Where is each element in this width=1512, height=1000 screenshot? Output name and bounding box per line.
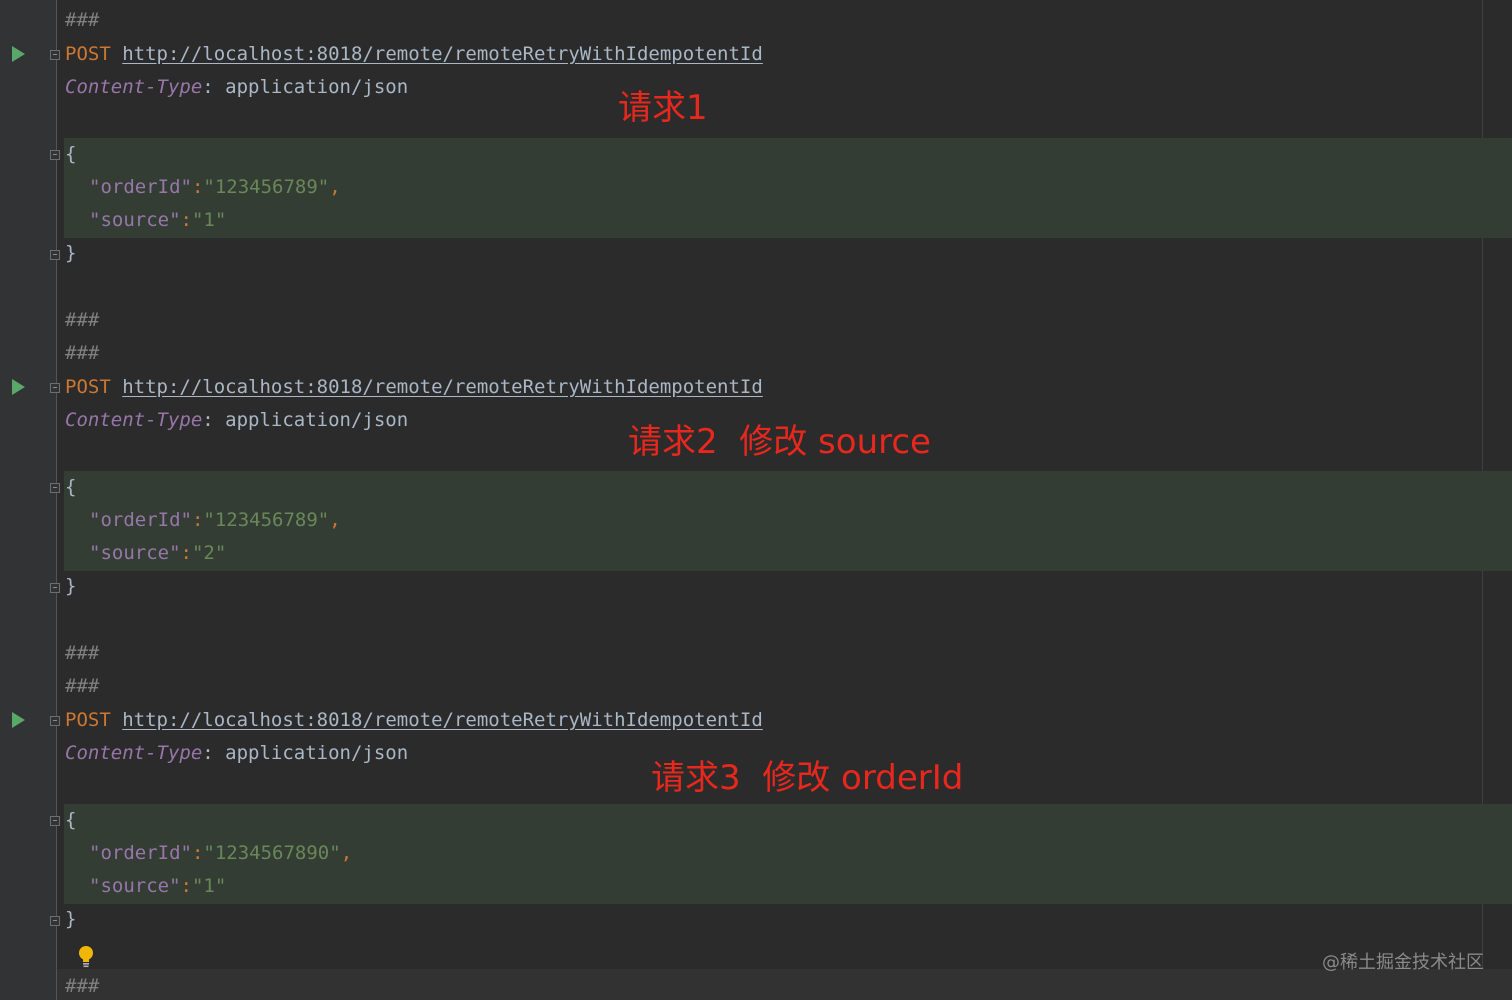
json-comma: , bbox=[340, 842, 353, 864]
json-line[interactable]: "source":"2" bbox=[89, 537, 226, 570]
request-url-link[interactable]: http://localhost:8018/remote/remoteRetry… bbox=[122, 376, 763, 398]
fold-marker-icon[interactable] bbox=[50, 483, 60, 493]
current-line-highlight bbox=[57, 969, 1512, 1000]
fold-marker-icon[interactable] bbox=[50, 383, 60, 393]
json-line[interactable]: "source":"1" bbox=[89, 870, 226, 903]
json-colon: : bbox=[180, 542, 192, 564]
http-method: POST bbox=[65, 376, 111, 398]
request-url-link[interactable]: http://localhost:8018/remote/remoteRetry… bbox=[122, 709, 763, 731]
header-name: Content-Type bbox=[65, 742, 203, 764]
request-separator: ### bbox=[65, 342, 100, 364]
fold-marker-icon[interactable] bbox=[50, 150, 60, 160]
fold-marker-icon[interactable] bbox=[50, 916, 60, 926]
json-close-brace: } bbox=[65, 242, 77, 264]
json-close-brace: } bbox=[65, 575, 77, 597]
run-request-icon[interactable] bbox=[12, 46, 25, 62]
json-colon: : bbox=[180, 875, 192, 897]
request-line[interactable]: POST http://localhost:8018/remote/remote… bbox=[65, 371, 763, 404]
json-key: "orderId" bbox=[89, 176, 192, 198]
watermark: @稀土掘金技术社区 bbox=[1322, 952, 1484, 973]
header-name: Content-Type bbox=[65, 76, 203, 98]
run-request-icon[interactable] bbox=[12, 379, 25, 395]
json-open-brace: { bbox=[65, 476, 77, 498]
json-key: "source" bbox=[89, 542, 181, 564]
http-method: POST bbox=[65, 709, 111, 731]
annotation-request-2: 请求2 修改 source bbox=[628, 422, 931, 462]
json-colon: : bbox=[191, 842, 204, 864]
json-comma: , bbox=[329, 509, 341, 531]
json-key: "orderId" bbox=[89, 842, 192, 864]
header-line[interactable]: Content-Type: application/json bbox=[65, 737, 408, 770]
json-line[interactable]: "orderId":"123456789", bbox=[89, 171, 341, 204]
json-comma: , bbox=[329, 176, 341, 198]
json-value: "2" bbox=[191, 542, 227, 564]
json-line[interactable]: "orderId":"1234567890", bbox=[89, 837, 352, 870]
json-close-brace: } bbox=[65, 908, 77, 930]
json-colon: : bbox=[191, 509, 204, 531]
request-line[interactable]: POST http://localhost:8018/remote/remote… bbox=[65, 704, 763, 737]
json-line[interactable]: "orderId":"123456789", bbox=[89, 504, 341, 537]
annotation-request-1: 请求1 bbox=[618, 88, 708, 128]
editor-gutter bbox=[0, 0, 57, 1000]
fold-marker-icon[interactable] bbox=[50, 50, 60, 60]
fold-marker-icon[interactable] bbox=[50, 716, 60, 726]
json-value: "1234567890" bbox=[203, 842, 341, 864]
header-value: : application/json bbox=[202, 742, 409, 764]
request-separator: ### bbox=[65, 675, 100, 697]
header-name: Content-Type bbox=[65, 409, 203, 431]
json-colon: : bbox=[191, 176, 204, 198]
fold-marker-icon[interactable] bbox=[50, 583, 60, 593]
json-open-brace: { bbox=[65, 809, 77, 831]
json-value: "1" bbox=[191, 209, 227, 231]
request-line[interactable]: POST http://localhost:8018/remote/remote… bbox=[65, 38, 763, 71]
json-value: "1" bbox=[191, 875, 227, 897]
http-method: POST bbox=[65, 43, 111, 65]
json-line[interactable]: "source":"1" bbox=[89, 204, 226, 237]
header-value: : application/json bbox=[202, 409, 409, 431]
request-separator: ### bbox=[65, 9, 100, 31]
request-separator: ### bbox=[65, 975, 100, 997]
json-key: "source" bbox=[89, 209, 181, 231]
fold-marker-icon[interactable] bbox=[50, 816, 60, 826]
json-key: "orderId" bbox=[89, 509, 192, 531]
request-separator: ### bbox=[65, 642, 100, 664]
request-separator: ### bbox=[65, 309, 100, 331]
header-line[interactable]: Content-Type: application/json bbox=[65, 71, 408, 104]
request-url-link[interactable]: http://localhost:8018/remote/remoteRetry… bbox=[122, 43, 763, 65]
header-line[interactable]: Content-Type: application/json bbox=[65, 404, 408, 437]
header-value: : application/json bbox=[202, 76, 409, 98]
run-request-icon[interactable] bbox=[12, 712, 25, 728]
json-key: "source" bbox=[89, 875, 181, 897]
json-open-brace: { bbox=[65, 143, 77, 165]
json-value: "123456789" bbox=[203, 509, 330, 531]
lightbulb-icon[interactable] bbox=[78, 946, 94, 968]
json-colon: : bbox=[180, 209, 192, 231]
fold-marker-icon[interactable] bbox=[50, 250, 60, 260]
annotation-request-3: 请求3 修改 orderId bbox=[651, 758, 964, 798]
json-value: "123456789" bbox=[203, 176, 330, 198]
